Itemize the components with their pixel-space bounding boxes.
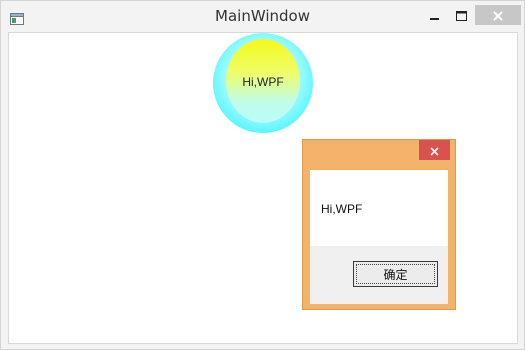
gradient-circle-button[interactable]: Hi,WPF xyxy=(213,33,313,133)
ok-button-label: 确定 xyxy=(383,267,408,282)
close-button[interactable] xyxy=(475,5,521,25)
close-icon xyxy=(493,6,503,25)
circle-button-label: Hi,WPF xyxy=(242,75,284,89)
minimize-button[interactable] xyxy=(425,5,445,25)
minimize-icon xyxy=(430,6,440,25)
message-text: Hi,WPF xyxy=(321,202,363,216)
maximize-button[interactable] xyxy=(451,5,471,25)
message-box-footer: 确定 xyxy=(310,246,448,304)
ok-button[interactable]: 确定 xyxy=(353,261,438,287)
message-box-body: Hi,WPF 确定 xyxy=(310,170,448,304)
message-box-close-button[interactable] xyxy=(419,140,450,160)
window-title: MainWindow xyxy=(215,7,310,25)
close-icon xyxy=(430,141,439,160)
message-box: Hi,WPF 确定 xyxy=(302,139,456,310)
title-bar[interactable]: MainWindow xyxy=(1,1,524,31)
maximize-icon xyxy=(455,6,467,25)
